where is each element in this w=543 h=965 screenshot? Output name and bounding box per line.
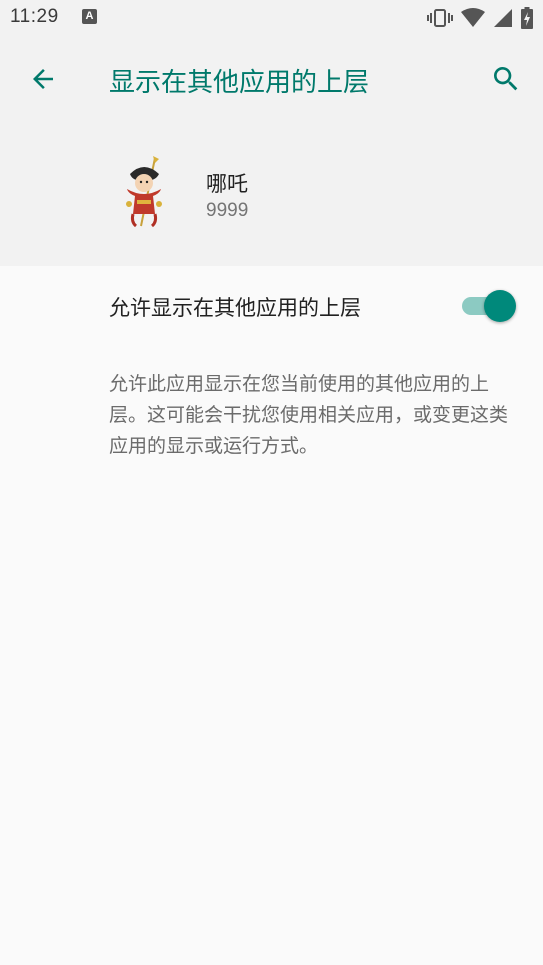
app-icon [126, 156, 162, 228]
app-name: 哪吒 [206, 172, 248, 196]
allow-overlay-setting[interactable]: 允许显示在其他应用的上层 [0, 266, 543, 346]
toggle-thumb [484, 290, 516, 322]
battery-charging-icon [521, 7, 533, 29]
status-icons [419, 7, 533, 29]
app-version: 9999 [206, 200, 249, 221]
signal-icon [494, 9, 512, 27]
allow-overlay-toggle[interactable] [462, 290, 516, 322]
setting-description: 允许此应用显示在您当前使用的其他应用的上层。这可能会干扰您使用相关应用，或变更这… [109, 373, 509, 457]
app-header: 哪吒 9999 [0, 124, 543, 266]
status-time: 11:29 [10, 6, 59, 27]
wifi-icon [461, 8, 485, 27]
notification-a-icon: A [82, 9, 97, 24]
arrow-back-icon [33, 69, 53, 89]
setting-label: 允许显示在其他应用的上层 [109, 296, 361, 320]
search-icon [494, 67, 518, 91]
vibrate-icon [427, 9, 453, 27]
status-bar: 11:29 A [0, 0, 543, 36]
back-button[interactable] [20, 56, 66, 102]
app-bar: 显示在其他应用的上层 [0, 36, 543, 124]
search-button[interactable] [483, 56, 529, 102]
page-title: 显示在其他应用的上层 [109, 68, 370, 98]
